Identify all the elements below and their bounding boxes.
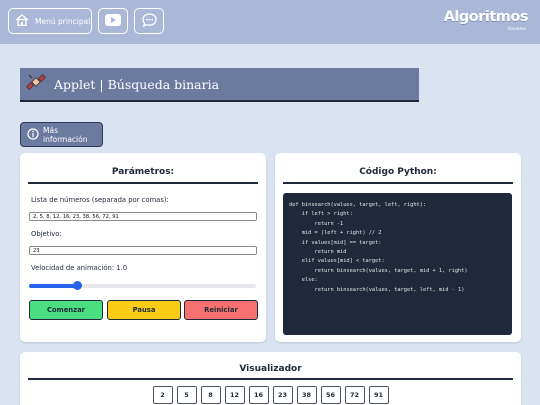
code-line: def binsearch(values, target, left, righ… (289, 202, 427, 208)
main-menu-button[interactable]: Menú principal (8, 8, 92, 34)
info-icon (27, 127, 39, 142)
visualizer-divider (28, 378, 513, 380)
start-button[interactable]: Comenzar (29, 300, 103, 320)
satellite-icon (26, 72, 46, 96)
number-list-input[interactable] (29, 212, 257, 221)
page-title: Applet | Búsqueda binaria (54, 76, 220, 92)
python-code-block: def binsearch(values, target, left, righ… (283, 193, 512, 335)
pause-button[interactable]: Pausa (107, 300, 181, 320)
code-line: return binsearch(values, target, mid + 1… (289, 267, 468, 274)
code-line: elif values[mid] < target: (289, 258, 385, 265)
target-label: Objetivo: (31, 230, 62, 238)
youtube-button[interactable] (98, 8, 128, 34)
code-line: else: (289, 277, 318, 284)
chat-bubble-icon (141, 13, 157, 29)
python-code-divider (283, 182, 513, 184)
code-line: if values[mid] == target: (289, 239, 382, 246)
youtube-icon (105, 14, 121, 28)
speed-label: Velocidad de animación: 1.0 (31, 264, 128, 272)
code-line: if left > right: (289, 211, 353, 218)
python-code-card: Código Python: def binsearch(values, tar… (275, 153, 521, 342)
main-menu-label: Menú principal (35, 16, 91, 26)
array-cell: 16 (248, 386, 269, 404)
home-icon (15, 14, 29, 28)
array-cell: 23 (272, 386, 293, 404)
visualizer-card: Visualizador 2 5 8 12 16 23 38 56 72 91 (20, 352, 521, 405)
array-cell: 2 (152, 386, 173, 404)
chat-button[interactable] (134, 8, 164, 34)
code-line: mid = (left + right) // 2 (289, 230, 382, 237)
speed-slider-handle[interactable] (73, 281, 82, 290)
array-cell: 12 (224, 386, 245, 404)
parameters-title: Parámetros: (111, 167, 175, 177)
brand-logo[interactable]: Algoritmos (444, 9, 529, 25)
code-line: return mid (289, 249, 347, 256)
more-info-button[interactable]: Más información (20, 122, 103, 147)
array-cell: 38 (296, 386, 317, 404)
array-cell: 56 (320, 386, 341, 404)
array-cell: 8 (200, 386, 221, 404)
python-code-title: Código Python: (359, 167, 437, 177)
speed-slider-fill (29, 284, 78, 288)
array-cell: 5 (176, 386, 197, 404)
array-cell: 72 (344, 386, 365, 404)
visualizer-array: 2 5 8 12 16 23 38 56 72 91 (20, 386, 521, 404)
number-list-label: Lista de números (separada por comas): (31, 196, 169, 204)
speed-slider[interactable] (29, 281, 256, 290)
reset-button[interactable]: Reiniciar (184, 300, 258, 320)
target-input[interactable] (29, 246, 257, 255)
code-line: return binsearch(values, target, left, m… (289, 286, 465, 293)
code-line: return -1 (289, 220, 344, 227)
brand-subtitle: Visuales (507, 27, 526, 32)
top-nav-bar: Menú principal Algoritmos Visuales (0, 0, 540, 44)
array-cell: 91 (368, 386, 389, 404)
more-info-label: Más información (43, 125, 88, 144)
applet-header: Applet | Búsqueda binaria (20, 68, 419, 102)
parameters-divider (28, 182, 258, 184)
parameters-card: Parámetros: Lista de números (separada p… (20, 153, 266, 342)
visualizer-title: Visualizador (239, 364, 302, 374)
